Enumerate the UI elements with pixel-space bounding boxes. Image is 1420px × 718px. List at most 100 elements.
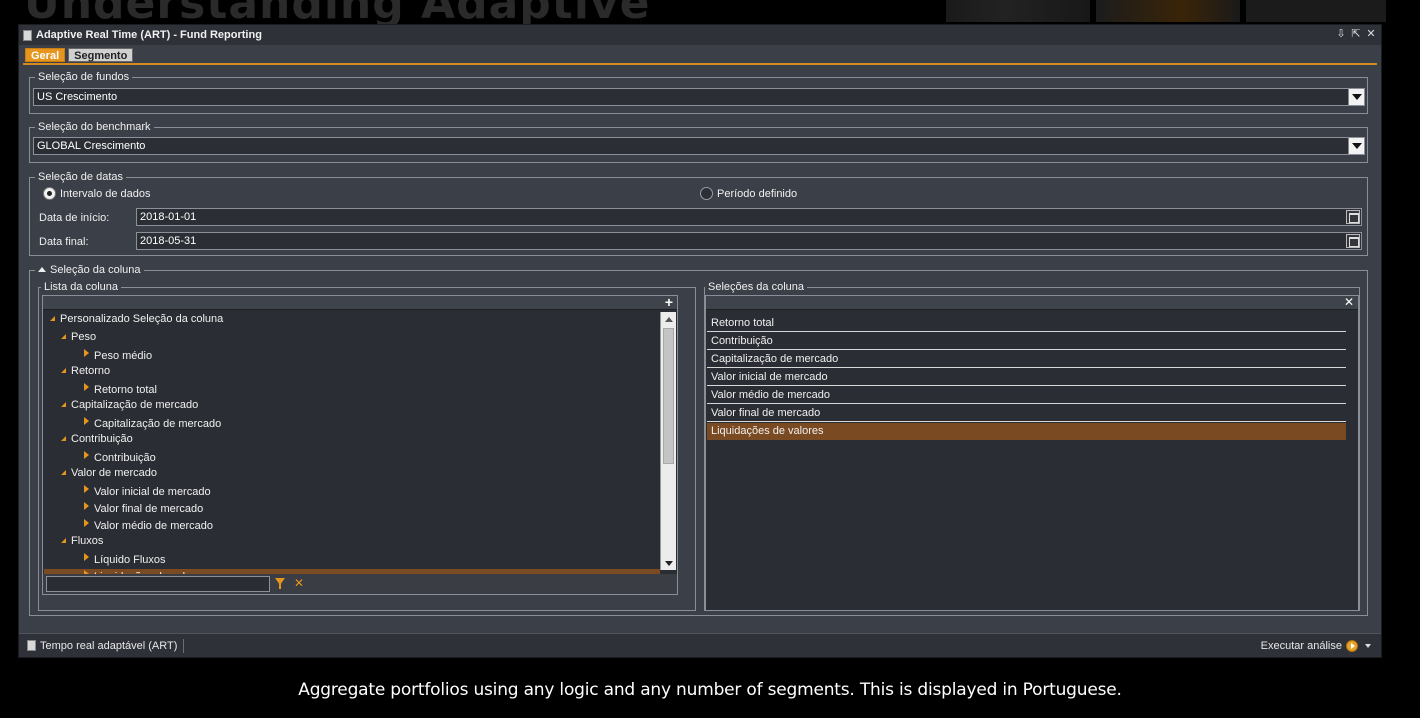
radio-button[interactable] bbox=[700, 187, 713, 200]
selected-column-label: Capitalização de mercado bbox=[711, 353, 839, 365]
tree-node[interactable]: Retorno total bbox=[84, 383, 157, 397]
column-selections-panel: ✕ Retorno total Contribuição Capitalização… bbox=[705, 295, 1359, 611]
fund-selection-group: Seleção de fundos US Crescimento bbox=[29, 71, 1368, 114]
start-date-value: 2018-01-01 bbox=[140, 211, 197, 223]
tree-node-label: Contribuição bbox=[71, 433, 133, 445]
scroll-up-icon[interactable] bbox=[661, 312, 676, 326]
fund-select-value: US Crescimento bbox=[37, 91, 118, 103]
close-icon[interactable]: ✕ bbox=[1365, 27, 1377, 41]
selected-column-item[interactable]: Liquidações de valores bbox=[707, 423, 1346, 440]
column-selection-legend-text: Seleção da coluna bbox=[50, 264, 141, 276]
tree-node-label: Retorno bbox=[71, 365, 111, 377]
expand-arrow-icon[interactable] bbox=[84, 485, 89, 493]
status-left[interactable]: Tempo real adaptável (ART) bbox=[19, 638, 185, 653]
run-analysis-button[interactable]: Executar análise bbox=[1260, 639, 1371, 652]
chevron-down-icon[interactable] bbox=[1348, 138, 1364, 154]
filter-input[interactable] bbox=[46, 576, 270, 592]
tab-underline bbox=[23, 63, 1377, 65]
radio-button-selected[interactable] bbox=[43, 187, 56, 200]
expand-arrow-icon[interactable] bbox=[84, 502, 89, 510]
caret-down-icon[interactable] bbox=[1365, 643, 1371, 648]
tree-scrollbar[interactable] bbox=[660, 312, 676, 570]
document-icon bbox=[27, 640, 36, 651]
date-selection-group: Seleção de datas Intervalo de dados Perí… bbox=[29, 171, 1368, 256]
selected-column-item[interactable]: Valor inicial de mercado bbox=[707, 369, 1346, 386]
tree-node[interactable]: Valor final de mercado bbox=[84, 502, 203, 516]
tree-node[interactable]: Peso bbox=[61, 330, 96, 344]
start-date-label: Data de início: bbox=[39, 212, 110, 224]
selected-column-label: Valor médio de mercado bbox=[711, 389, 831, 401]
tab-segmento[interactable]: Segmento bbox=[68, 48, 134, 62]
popout-icon[interactable]: ⇱ bbox=[1350, 27, 1362, 41]
tree-node[interactable]: Contribuição bbox=[61, 432, 133, 446]
start-date-input[interactable]: 2018-01-01 bbox=[136, 208, 1362, 226]
selected-column-item[interactable]: Valor médio de mercado bbox=[707, 387, 1346, 404]
collapse-arrow-icon[interactable] bbox=[61, 538, 66, 543]
selected-column-item[interactable]: Retorno total bbox=[707, 315, 1346, 332]
calendar-icon[interactable] bbox=[1346, 210, 1360, 224]
pin-icon[interactable]: ⇩ bbox=[1335, 27, 1347, 41]
tree-node[interactable]: Valor médio de mercado bbox=[84, 519, 213, 533]
expand-arrow-icon[interactable] bbox=[84, 519, 89, 527]
tree-node[interactable]: Valor de mercado bbox=[61, 466, 157, 480]
add-column-button[interactable]: + bbox=[665, 294, 673, 310]
collapse-up-icon[interactable] bbox=[38, 267, 46, 272]
tree-node-label: Líquido Fluxos bbox=[94, 554, 166, 566]
benchmark-selection-legend: Seleção do benchmark bbox=[35, 121, 154, 133]
clear-selections-button[interactable]: ✕ bbox=[1344, 294, 1354, 310]
collapse-arrow-icon[interactable] bbox=[61, 470, 66, 475]
tree-node[interactable]: Peso médio bbox=[84, 349, 152, 363]
radio-intervalo[interactable]: Intervalo de dados bbox=[43, 187, 151, 200]
scroll-thumb[interactable] bbox=[663, 328, 674, 464]
end-date-input[interactable]: 2018-05-31 bbox=[136, 232, 1362, 250]
clear-filter-icon[interactable]: ✕ bbox=[294, 576, 304, 590]
tree-node-label: Peso médio bbox=[94, 350, 153, 362]
column-list-group: Lista da coluna + Personalizado Seleção … bbox=[38, 281, 696, 611]
collapse-arrow-icon[interactable] bbox=[50, 316, 55, 321]
tab-geral[interactable]: Geral bbox=[25, 48, 66, 62]
column-selections-group: Seleções da coluna ✕ Retorno total Contri… bbox=[704, 281, 1360, 611]
chevron-down-icon[interactable] bbox=[1348, 89, 1364, 105]
end-date-value: 2018-05-31 bbox=[140, 235, 197, 247]
tree-node-label: Valor inicial de mercado bbox=[94, 486, 211, 498]
collapse-arrow-icon[interactable] bbox=[61, 402, 66, 407]
tree-node[interactable]: Contribuição bbox=[84, 451, 156, 465]
caption-text: Aggregate portfolios using any logic and… bbox=[298, 680, 1122, 700]
selected-column-item[interactable]: Contribuição bbox=[707, 333, 1346, 350]
tree-node[interactable]: Fluxos bbox=[61, 534, 103, 548]
selected-column-item[interactable]: Valor final de mercado bbox=[707, 405, 1346, 422]
collapse-arrow-icon[interactable] bbox=[61, 334, 66, 339]
run-analysis-label: Executar análise bbox=[1260, 639, 1342, 652]
tree-node[interactable]: Valor inicial de mercado bbox=[84, 485, 211, 499]
column-selection-legend[interactable]: Seleção da coluna bbox=[35, 264, 144, 276]
selected-column-label: Contribuição bbox=[711, 335, 773, 347]
tree-node-label: Valor de mercado bbox=[71, 467, 158, 479]
collapse-arrow-icon[interactable] bbox=[61, 368, 66, 373]
status-bar: Tempo real adaptável (ART) Executar anál… bbox=[19, 633, 1381, 657]
selected-column-item[interactable]: Capitalização de mercado bbox=[707, 351, 1346, 368]
expand-arrow-icon[interactable] bbox=[84, 553, 89, 561]
expand-arrow-icon[interactable] bbox=[84, 349, 89, 357]
expand-arrow-icon[interactable] bbox=[84, 383, 89, 391]
tree-node[interactable]: Retorno bbox=[61, 364, 110, 378]
column-selections-legend: Seleções da coluna bbox=[705, 281, 808, 293]
tree-node[interactable]: Capitalização de mercado bbox=[61, 398, 198, 412]
benchmark-select[interactable]: GLOBAL Crescimento bbox=[33, 137, 1365, 155]
filter-icon[interactable] bbox=[275, 578, 285, 589]
collapse-arrow-icon[interactable] bbox=[61, 436, 66, 441]
document-icon bbox=[23, 29, 32, 41]
selected-column-label: Valor final de mercado bbox=[711, 407, 821, 419]
selected-column-label: Liquidações de valores bbox=[711, 425, 824, 437]
tree-node[interactable]: Líquido Fluxos bbox=[84, 553, 166, 567]
fund-reporting-window: Adaptive Real Time (ART) - Fund Reportin… bbox=[18, 24, 1382, 658]
radio-periodo[interactable]: Período definido bbox=[700, 187, 797, 200]
tree-node[interactable]: Personalizado Seleção da coluna bbox=[50, 312, 223, 326]
scroll-down-icon[interactable] bbox=[661, 556, 676, 570]
expand-arrow-icon[interactable] bbox=[84, 451, 89, 459]
calendar-icon[interactable] bbox=[1346, 234, 1360, 248]
title-bar[interactable]: Adaptive Real Time (ART) - Fund Reportin… bbox=[19, 25, 1381, 45]
background-thumbnail bbox=[1246, 0, 1386, 22]
tree-node[interactable]: Capitalização de mercado bbox=[84, 417, 221, 431]
fund-select[interactable]: US Crescimento bbox=[33, 88, 1365, 106]
expand-arrow-icon[interactable] bbox=[84, 417, 89, 425]
